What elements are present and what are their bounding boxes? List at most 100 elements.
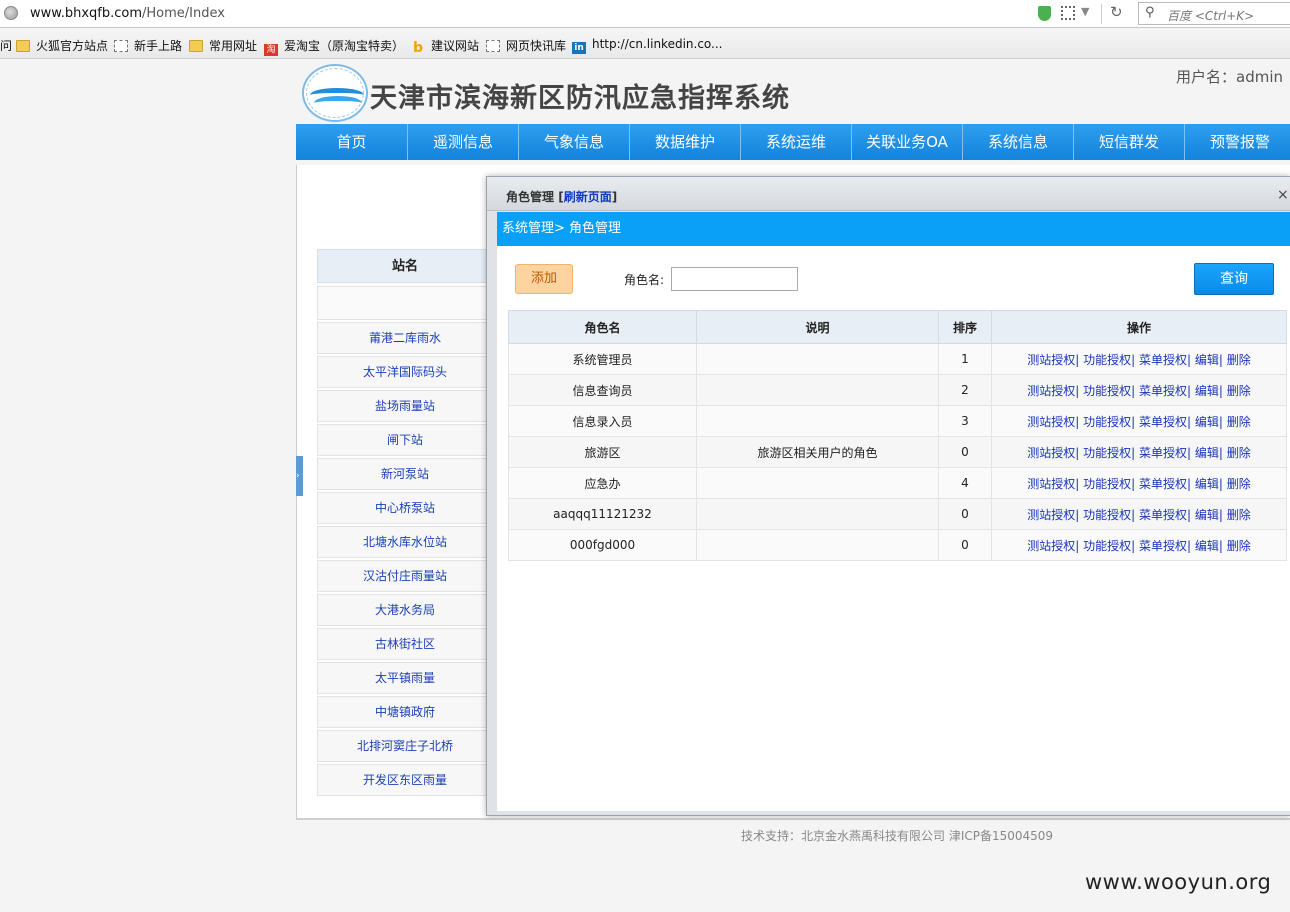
menu-auth-link[interactable]: 菜单授权 xyxy=(1139,446,1187,460)
cell-desc xyxy=(696,498,939,530)
menu-auth-link[interactable]: 菜单授权 xyxy=(1139,477,1187,491)
edit-link[interactable]: 编辑 xyxy=(1195,477,1219,491)
bookmark-item[interactable]: 常用网址 xyxy=(189,37,257,54)
function-auth-link[interactable]: 功能授权 xyxy=(1083,415,1131,429)
station-link[interactable]: 古林街社区 xyxy=(317,628,493,660)
station-auth-link[interactable]: 测站授权 xyxy=(1027,508,1075,522)
menu-auth-link[interactable]: 菜单授权 xyxy=(1139,508,1187,522)
delete-link[interactable]: 删除 xyxy=(1227,353,1251,367)
station-link[interactable]: 中心桥泵站 xyxy=(317,492,493,524)
edit-link[interactable]: 编辑 xyxy=(1195,353,1219,367)
menu-auth-link[interactable]: 菜单授权 xyxy=(1139,353,1187,367)
edit-link[interactable]: 编辑 xyxy=(1195,446,1219,460)
bookmark-item[interactable]: 淘爱淘宝（原淘宝特卖） xyxy=(264,37,404,56)
station-link[interactable]: 开发区东区雨量 xyxy=(317,764,493,796)
delete-link[interactable]: 删除 xyxy=(1227,477,1251,491)
nav-system-ops[interactable]: 系统运维 xyxy=(740,124,851,160)
action-separator: | xyxy=(1187,538,1195,553)
nav-data-maintenance[interactable]: 数据维护 xyxy=(629,124,740,160)
function-auth-link[interactable]: 功能授权 xyxy=(1083,353,1131,367)
action-separator: | xyxy=(1218,383,1227,398)
nav-sms[interactable]: 短信群发 xyxy=(1073,124,1184,160)
sidebar-toggle[interactable]: › xyxy=(296,456,303,496)
function-auth-link[interactable]: 功能授权 xyxy=(1083,384,1131,398)
dialog-title: 角色管理 [刷新页面] xyxy=(506,190,618,204)
cell-actions: 测站授权| 功能授权| 菜单授权| 编辑| 删除 xyxy=(991,467,1287,499)
bookmark-item[interactable]: in http://cn.linkedin.co... xyxy=(572,37,723,54)
watermark: www.wooyun.org xyxy=(1085,870,1272,894)
station-auth-link[interactable]: 测站授权 xyxy=(1027,446,1075,460)
station-auth-link[interactable]: 测站授权 xyxy=(1027,415,1075,429)
column-header: 说明 xyxy=(696,310,939,344)
query-button[interactable]: 查询 xyxy=(1194,263,1274,295)
cell-name: 旅游区 xyxy=(508,436,697,468)
station-link[interactable]: 北塘水库水位站 xyxy=(317,526,493,558)
station-link[interactable]: 盐场雨量站 xyxy=(317,390,493,422)
function-auth-link[interactable]: 功能授权 xyxy=(1083,477,1131,491)
station-auth-link[interactable]: 测站授权 xyxy=(1027,539,1075,553)
taobao-icon: 淘 xyxy=(264,44,278,56)
delete-link[interactable]: 删除 xyxy=(1227,508,1251,522)
nav-system-info[interactable]: 系统信息 xyxy=(962,124,1073,160)
action-separator: | xyxy=(1075,507,1084,522)
station-link[interactable]: 闸下站 xyxy=(317,424,493,456)
edit-link[interactable]: 编辑 xyxy=(1195,415,1219,429)
station-auth-link[interactable]: 测站授权 xyxy=(1027,477,1075,491)
cell-desc xyxy=(696,467,939,499)
edit-link[interactable]: 编辑 xyxy=(1195,384,1219,398)
nav-weather[interactable]: 气象信息 xyxy=(518,124,629,160)
address-bar[interactable]: www.bhxqfb.com/Home/Index ▼ ↻ ⚲ 百度 <Ctrl… xyxy=(0,0,1290,28)
delete-link[interactable]: 删除 xyxy=(1227,539,1251,553)
station-auth-link[interactable]: 测站授权 xyxy=(1027,353,1075,367)
function-auth-link[interactable]: 功能授权 xyxy=(1083,508,1131,522)
station-link[interactable]: 北排河窦庄子北桥 xyxy=(317,730,493,762)
column-header: 角色名 xyxy=(508,310,697,344)
edit-link[interactable]: 编辑 xyxy=(1195,539,1219,553)
menu-auth-link[interactable]: 菜单授权 xyxy=(1139,539,1187,553)
chevron-down-icon[interactable]: ▼ xyxy=(1081,5,1089,18)
action-separator: | xyxy=(1131,352,1139,367)
page-icon xyxy=(486,40,500,52)
close-icon[interactable]: × xyxy=(1277,187,1289,203)
station-link[interactable]: 汉沽付庄雨量站 xyxy=(317,560,493,592)
add-button[interactable]: 添加 xyxy=(515,264,573,294)
station-link[interactable]: 太平镇雨量 xyxy=(317,662,493,694)
reload-icon[interactable]: ↻ xyxy=(1110,3,1123,21)
nav-home[interactable]: 首页 xyxy=(296,124,407,160)
delete-link[interactable]: 删除 xyxy=(1227,446,1251,460)
action-separator: | xyxy=(1131,445,1139,460)
edit-link[interactable]: 编辑 xyxy=(1195,508,1219,522)
url-text[interactable]: www.bhxqfb.com/Home/Index xyxy=(30,6,225,21)
delete-link[interactable]: 删除 xyxy=(1227,384,1251,398)
bookmark-cut[interactable]: 问 xyxy=(0,37,12,54)
station-link[interactable]: 莆港二库雨水 xyxy=(317,322,493,354)
cell-order: 1 xyxy=(938,343,992,375)
bookmark-item[interactable]: 火狐官方站点 xyxy=(16,37,108,54)
station-link[interactable]: 中塘镇政府 xyxy=(317,696,493,728)
cell-order: 0 xyxy=(938,529,992,561)
station-link[interactable]: 大港水务局 xyxy=(317,594,493,626)
station-link[interactable]: 太平洋国际码头 xyxy=(317,356,493,388)
menu-auth-link[interactable]: 菜单授权 xyxy=(1139,415,1187,429)
menu-auth-link[interactable]: 菜单授权 xyxy=(1139,384,1187,398)
nav-telemetry[interactable]: 遥测信息 xyxy=(407,124,518,160)
column-header: 操作 xyxy=(991,310,1287,344)
station-link[interactable]: 新河泵站 xyxy=(317,458,493,490)
function-auth-link[interactable]: 功能授权 xyxy=(1083,539,1131,553)
bookmark-item[interactable]: 网页快讯库 xyxy=(486,37,566,54)
search-input[interactable]: ⚲ 百度 <Ctrl+K> xyxy=(1138,2,1290,25)
shield-icon[interactable] xyxy=(1038,6,1051,21)
linkedin-icon: in xyxy=(572,42,586,54)
function-auth-link[interactable]: 功能授权 xyxy=(1083,446,1131,460)
bookmark-item[interactable]: 新手上路 xyxy=(114,37,182,54)
refresh-link[interactable]: 刷新页面 xyxy=(564,190,612,204)
dialog-title-bar[interactable]: 角色管理 [刷新页面] × xyxy=(487,177,1290,211)
delete-link[interactable]: 删除 xyxy=(1227,415,1251,429)
role-name-input[interactable] xyxy=(671,267,798,291)
station-auth-link[interactable]: 测站授权 xyxy=(1027,384,1075,398)
bookmark-item[interactable]: b 建议网站 xyxy=(411,37,479,55)
table-row: 系统管理员 1 测站授权| 功能授权| 菜单授权| 编辑| 删除 xyxy=(508,343,1287,375)
nav-alarm[interactable]: 预警报警 xyxy=(1184,124,1290,160)
nav-oa[interactable]: 关联业务OA xyxy=(851,124,962,160)
qr-code-icon[interactable] xyxy=(1061,6,1075,20)
